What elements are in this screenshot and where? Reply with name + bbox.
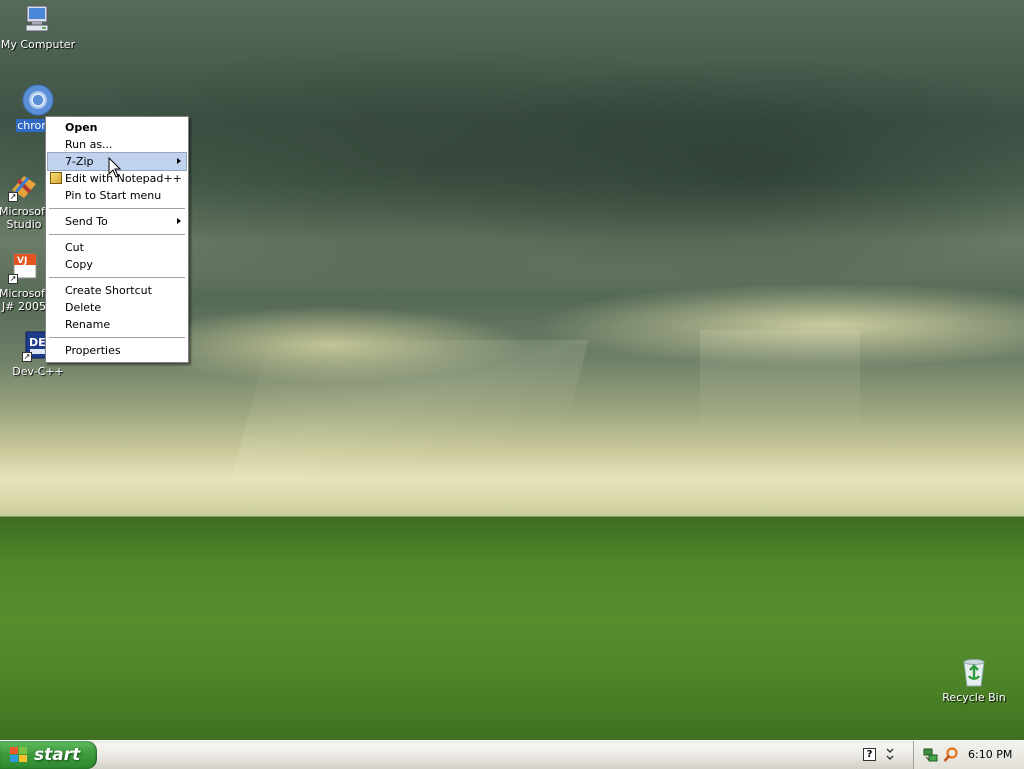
menu-item-copy[interactable]: Copy (48, 256, 186, 273)
submenu-arrow-icon (177, 218, 181, 224)
start-button[interactable]: start (0, 741, 97, 769)
menu-item-label: Delete (65, 301, 102, 314)
chrome-icon (22, 84, 54, 116)
menu-item-label: 7-Zip (65, 155, 94, 168)
menu-separator (49, 234, 185, 235)
taskbar: start ? 6:10 PM (0, 740, 1024, 769)
desktop-icon-label: Dev-C++ (12, 365, 64, 378)
visual-studio-icon: ↗ (8, 170, 40, 202)
svg-text:DE: DE (29, 336, 46, 349)
menu-item-create-shortcut[interactable]: Create Shortcut (48, 282, 186, 299)
network-icon[interactable] (923, 747, 939, 763)
vjsharp-icon: VJ ↗ (8, 252, 40, 284)
mouse-cursor-icon (108, 157, 122, 178)
menu-separator (49, 208, 185, 209)
menu-item-label: Rename (65, 318, 111, 331)
desktop-icon-label: Microsoft (0, 287, 50, 300)
menu-item-label: Send To (65, 215, 108, 228)
recycle-bin-icon (958, 656, 990, 688)
menu-item-label: Copy (65, 258, 93, 271)
menu-item-pin-start[interactable]: Pin to Start menu (48, 187, 186, 204)
menu-item-label: Properties (65, 344, 121, 357)
menu-item-label: Edit with Notepad++ (65, 172, 182, 185)
menu-item-properties[interactable]: Properties (48, 342, 186, 359)
menu-item-run-as[interactable]: Run as... (48, 136, 186, 153)
desktop-icon-label-line2: J# 2005 (2, 300, 46, 313)
sun-rays (231, 340, 589, 480)
menu-item-label: Open (65, 121, 98, 134)
menu-item-rename[interactable]: Rename (48, 316, 186, 333)
submenu-arrow-icon (177, 158, 181, 164)
sun-rays-right (700, 330, 860, 450)
desktop-icon-label: My Computer (0, 38, 76, 51)
clock[interactable]: 6:10 PM (968, 748, 1012, 761)
menu-item-delete[interactable]: Delete (48, 299, 186, 316)
notepadpp-icon (50, 172, 62, 184)
shortcut-arrow-icon: ↗ (22, 352, 32, 362)
context-menu: Open Run as... 7-Zip Edit with Notepad++… (45, 116, 189, 363)
tray-expand-icon[interactable] (884, 746, 896, 764)
desktop-wallpaper (0, 0, 1024, 740)
menu-item-label: Run as... (65, 138, 113, 151)
start-label: start (34, 745, 81, 765)
shortcut-arrow-icon: ↗ (8, 274, 18, 284)
system-tray: 6:10 PM (913, 741, 1024, 769)
menu-item-cut[interactable]: Cut (48, 239, 186, 256)
menu-item-label: Cut (65, 241, 84, 254)
desktop-icon-label-line2: Studio (6, 218, 42, 231)
windows-flag-icon (10, 747, 28, 763)
desktop-icon-my-computer[interactable]: My Computer (0, 3, 76, 51)
desktop-icon-label: Recycle Bin (942, 691, 1006, 704)
svg-text:VJ: VJ (17, 256, 27, 266)
my-computer-icon (22, 3, 54, 35)
menu-item-send-to[interactable]: Send To (48, 213, 186, 230)
menu-separator (49, 277, 185, 278)
desktop-icon-recycle-bin[interactable]: Recycle Bin (936, 656, 1012, 704)
menu-item-label: Pin to Start menu (65, 189, 162, 202)
menu-item-open[interactable]: Open (48, 119, 186, 136)
menu-item-label: Create Shortcut (65, 284, 152, 297)
help-icon[interactable]: ? (863, 748, 876, 761)
search-icon[interactable] (943, 747, 959, 763)
desktop-icon-label: Microsoft (0, 205, 50, 218)
shortcut-arrow-icon: ↗ (8, 192, 18, 202)
menu-separator (49, 337, 185, 338)
